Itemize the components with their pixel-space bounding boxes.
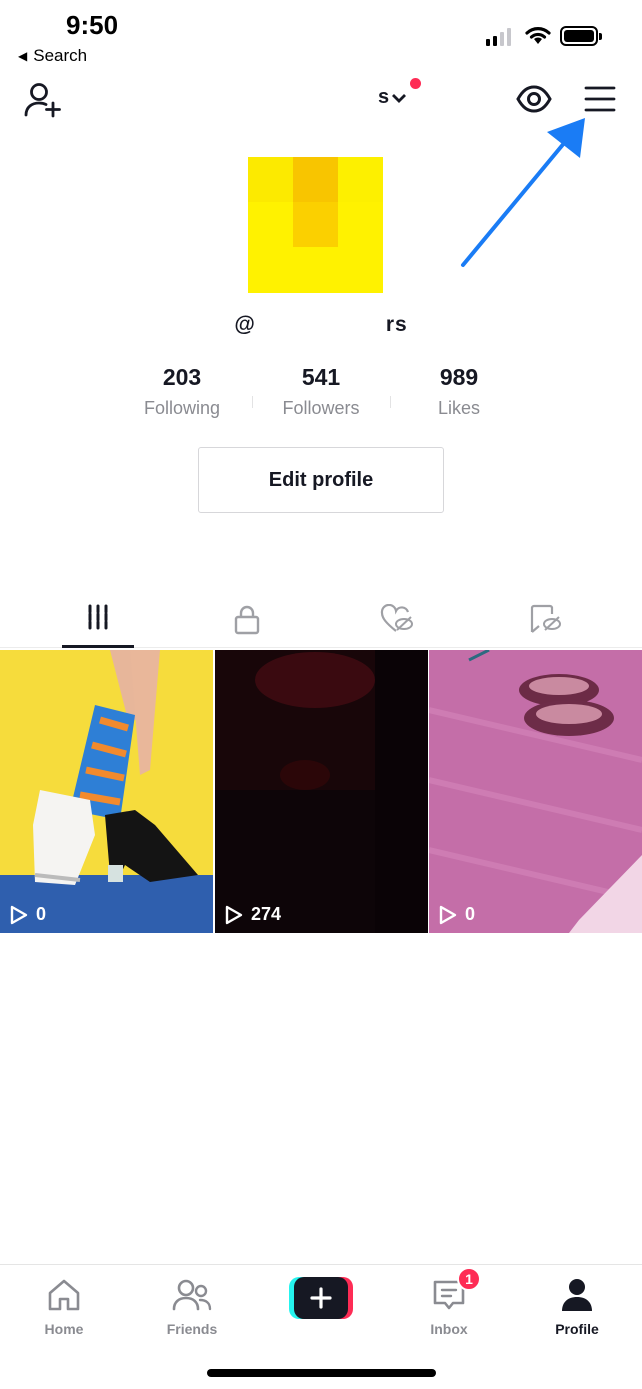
create-button[interactable] (289, 1277, 353, 1319)
wifi-icon (525, 27, 551, 44)
hidden-bookmark-icon (530, 604, 561, 633)
liked-tab[interactable] (327, 590, 467, 648)
account-switcher[interactable]: s (378, 86, 407, 109)
nav-home[interactable]: Home (14, 1275, 114, 1337)
video-thumbnail-image (429, 650, 642, 933)
play-icon (225, 905, 243, 924)
hidden-heart-icon (380, 604, 413, 632)
add-user-icon[interactable] (24, 82, 62, 118)
stat-followers[interactable]: 541 Followers (251, 364, 391, 419)
play-icon (10, 905, 28, 924)
favorites-tab[interactable] (475, 590, 615, 648)
annotation-arrow-icon (461, 118, 585, 267)
play-icon (439, 905, 457, 924)
video-thumbnail[interactable]: 0 (0, 650, 213, 933)
video-grid: 0 274 0 (0, 650, 642, 933)
profile-tabs (0, 590, 642, 648)
stat-value: 203 (162, 364, 202, 390)
view-count: 0 (439, 904, 475, 925)
home-indicator (207, 1369, 436, 1377)
stat-value: 989 (439, 364, 479, 390)
profile-icon (562, 1279, 592, 1311)
video-thumbnail[interactable]: 274 (215, 650, 428, 933)
edit-profile-button[interactable]: Edit profile (198, 447, 444, 513)
home-icon (48, 1279, 80, 1311)
back-label: Search (33, 46, 88, 65)
username-label: s (378, 86, 390, 108)
video-thumbnail-image (215, 650, 428, 933)
nav-label: Inbox (430, 1321, 468, 1337)
active-tab-indicator (62, 645, 134, 648)
back-arrow-icon: ◀ (18, 49, 28, 63)
video-thumbnail[interactable]: 0 (429, 650, 642, 933)
inbox-badge: 1 (457, 1267, 481, 1291)
friends-icon (172, 1279, 212, 1311)
stat-value: 541 (301, 364, 341, 390)
nav-label: Friends (166, 1321, 218, 1337)
stat-following[interactable]: 203 Following (112, 364, 252, 419)
avatar[interactable] (248, 157, 383, 293)
nav-friends[interactable]: Friends (142, 1275, 242, 1337)
profile-stats: 203 Following 541 Followers 989 Likes (0, 364, 642, 424)
view-count: 0 (10, 904, 46, 925)
status-time: 9:50 (66, 10, 119, 40)
nav-inbox[interactable]: 1 Inbox (399, 1267, 499, 1337)
plus-icon (310, 1287, 332, 1309)
private-tab[interactable] (177, 590, 317, 648)
signal-icon (486, 28, 511, 46)
view-count: 274 (225, 904, 281, 925)
stat-label: Likes (437, 398, 481, 418)
nav-label: Home (44, 1321, 84, 1337)
stat-likes[interactable]: 989 Likes (389, 364, 529, 419)
grid-icon (88, 604, 108, 630)
notification-dot (410, 78, 421, 89)
stat-label: Following (143, 398, 221, 418)
profile-handle: @ rs (234, 313, 408, 337)
nav-profile[interactable]: Profile (527, 1275, 627, 1337)
stat-label: Followers (282, 398, 360, 418)
chevron-down-icon (392, 93, 407, 103)
video-thumbnail-image (0, 650, 213, 933)
nav-label: Profile (555, 1321, 599, 1337)
videos-tab[interactable] (28, 590, 168, 648)
back-to-search[interactable]: ◀ Search (18, 46, 87, 66)
lock-icon (234, 605, 260, 635)
battery-icon (560, 26, 602, 46)
